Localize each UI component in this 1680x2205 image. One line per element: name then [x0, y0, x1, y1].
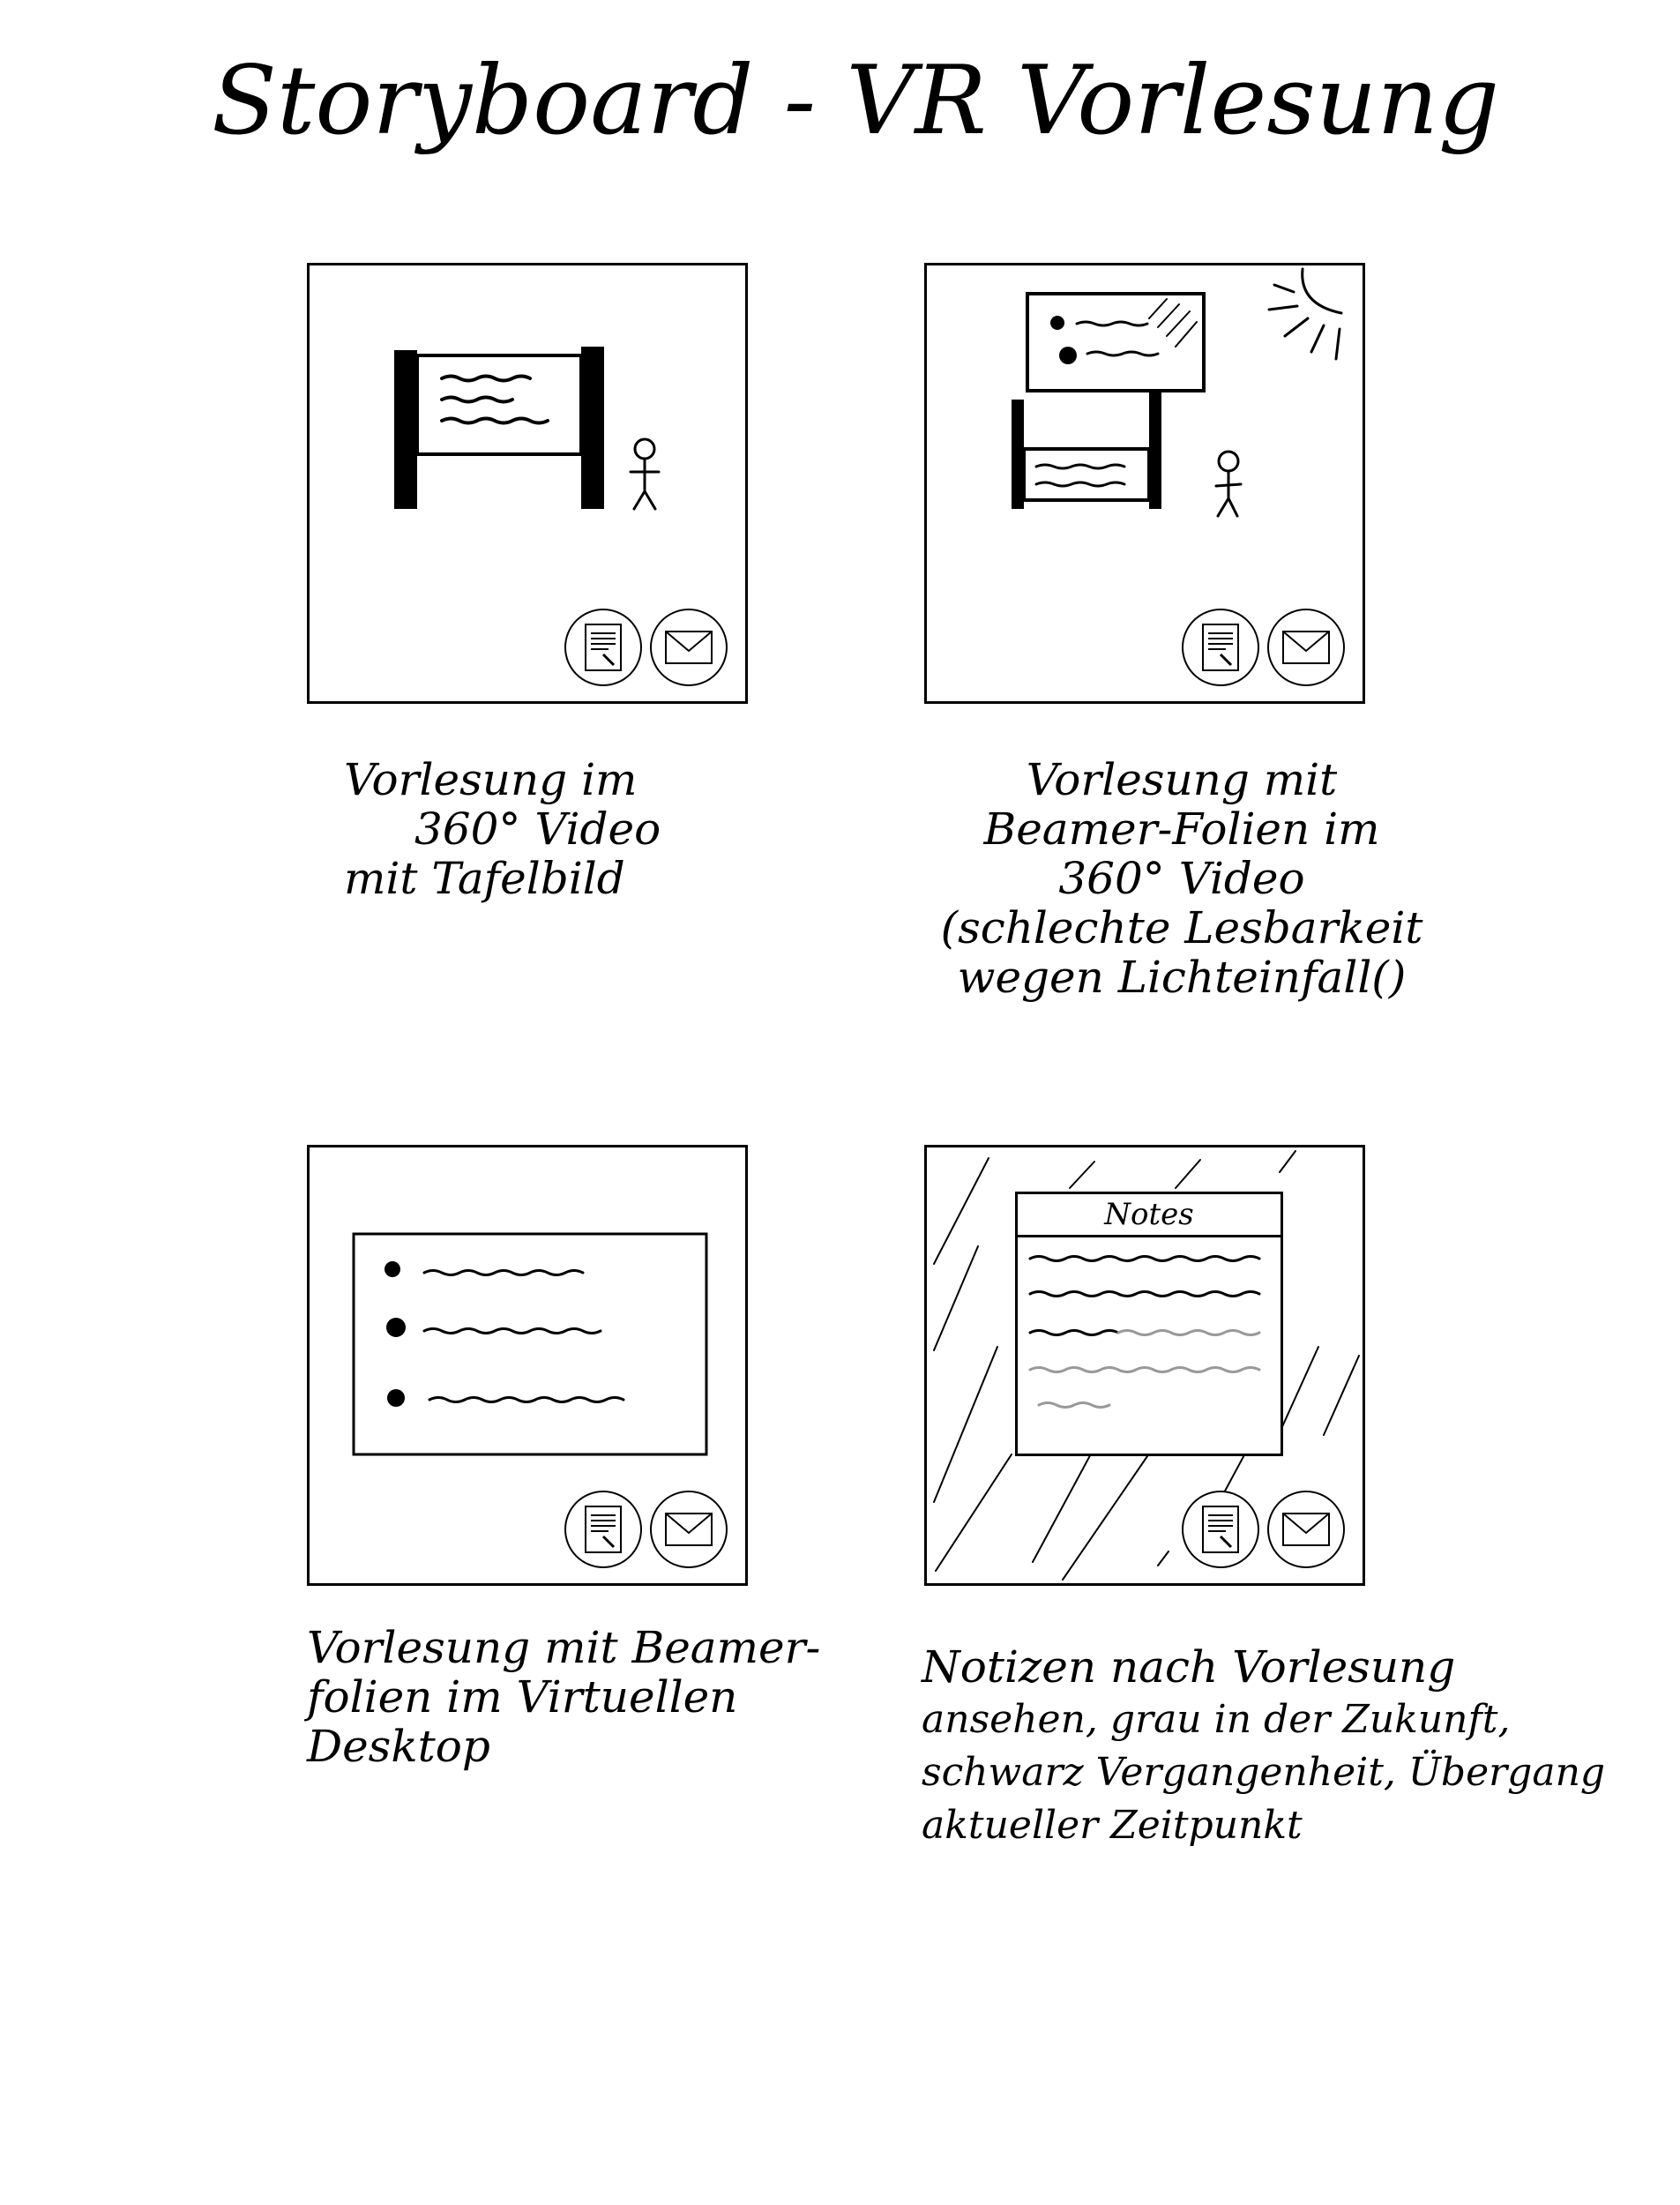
slide-scribble — [422, 1327, 602, 1334]
storyboard-panel-2 — [924, 263, 1365, 704]
slide-bullet — [1050, 316, 1064, 330]
slide-scribble — [422, 1269, 585, 1276]
notes-window: Notes — [1015, 1192, 1283, 1456]
slide-scribble — [1075, 320, 1149, 327]
storyboard-panel-4: Notes — [924, 1145, 1365, 1586]
panel-3-caption: Vorlesung mit Beamer- folien im Virtuell… — [307, 1623, 820, 1771]
notes-past-line — [1028, 1329, 1120, 1336]
notes-document-icon — [585, 1506, 622, 1553]
notes-button[interactable] — [1182, 1491, 1259, 1568]
storyboard-title: Storyboard - VR Vorlesung — [212, 46, 1500, 156]
board-scribble — [440, 374, 532, 383]
caption-line: (schlechte Lesbarkeit — [940, 902, 1423, 953]
notes-past-line — [1028, 1290, 1261, 1297]
projector-slide-sketch — [1012, 292, 1206, 509]
caption-line: ansehen, grau in der Zukunft, — [922, 1697, 1511, 1742]
storyboard-panel-1 — [307, 263, 748, 704]
slide-scribble — [428, 1396, 625, 1403]
notes-future-line — [1116, 1329, 1261, 1336]
storyboard-panel-3 — [307, 1145, 748, 1586]
mail-button[interactable] — [650, 609, 728, 686]
virtual-desktop-slide — [352, 1232, 708, 1456]
mail-button[interactable] — [1267, 1491, 1345, 1568]
caption-line: Beamer-Folien im — [983, 804, 1380, 855]
envelope-icon — [665, 631, 713, 664]
blackboard — [415, 354, 583, 456]
panel-1-caption: Vorlesung im 360° Video mit Tafelbild — [344, 755, 661, 903]
slide-bullet — [386, 1318, 406, 1337]
slide-bullet — [387, 1389, 405, 1407]
board-right-pillar — [1149, 389, 1161, 509]
notes-lines — [1028, 1255, 1261, 1409]
notes-document-icon — [585, 624, 622, 671]
panel-2-caption: Vorlesung mit Beamer-Folien im 360° Vide… — [900, 755, 1464, 1002]
board-scribble — [1034, 463, 1126, 470]
board-scribble — [440, 416, 549, 425]
slide-frame — [352, 1232, 708, 1456]
board-left-pillar — [394, 350, 417, 509]
caption-line: 360° Video — [414, 804, 661, 855]
notes-button[interactable] — [564, 609, 642, 686]
slide-bullet — [385, 1261, 400, 1277]
caption-line: schwarz Vergangenheit, Übergang — [922, 1750, 1606, 1795]
notes-document-icon — [1202, 1506, 1239, 1553]
panel-4-caption: Notizen nach Vorlesung ansehen, grau in … — [922, 1641, 1605, 1852]
board-left-pillar — [1012, 400, 1024, 509]
beamer-slide — [1026, 292, 1206, 392]
blackboard — [1022, 447, 1151, 502]
stick-figure-icon — [1214, 450, 1243, 518]
notes-window-title: Notes — [1018, 1194, 1281, 1237]
stick-figure-icon — [629, 437, 661, 511]
caption-line: Vorlesung im — [344, 754, 638, 805]
caption-line: wegen Lichteinfall() — [957, 952, 1407, 1003]
sun-icon — [1267, 267, 1343, 361]
mail-button[interactable] — [650, 1491, 728, 1568]
caption-line: folien im Virtuellen — [307, 1671, 738, 1723]
caption-line: aktueller Zeitpunkt — [922, 1803, 1303, 1848]
notes-future-line — [1028, 1366, 1261, 1373]
glare-hatching — [1148, 298, 1198, 348]
envelope-icon — [665, 1513, 713, 1546]
blackboard-sketch — [394, 347, 604, 509]
slide-scribble — [1086, 350, 1160, 357]
notes-past-line — [1028, 1255, 1261, 1262]
envelope-icon — [1282, 631, 1330, 664]
caption-line: Desktop — [307, 1721, 490, 1772]
notes-button[interactable] — [1182, 609, 1259, 686]
caption-line: Notizen nach Vorlesung — [922, 1641, 1456, 1693]
caption-line: mit Tafelbild — [344, 853, 625, 904]
caption-line: 360° Video — [1058, 853, 1305, 904]
notes-future-line — [1037, 1401, 1111, 1409]
caption-line: Vorlesung mit Beamer- — [307, 1622, 821, 1673]
board-scribble — [1034, 481, 1126, 488]
board-right-pillar — [581, 347, 604, 509]
mail-button[interactable] — [1267, 609, 1345, 686]
board-scribble — [440, 395, 514, 404]
notes-button[interactable] — [564, 1491, 642, 1568]
notes-document-icon — [1202, 624, 1239, 671]
slide-bullet — [1059, 347, 1077, 364]
caption-line: Vorlesung mit — [1026, 754, 1338, 805]
envelope-icon — [1282, 1513, 1330, 1546]
